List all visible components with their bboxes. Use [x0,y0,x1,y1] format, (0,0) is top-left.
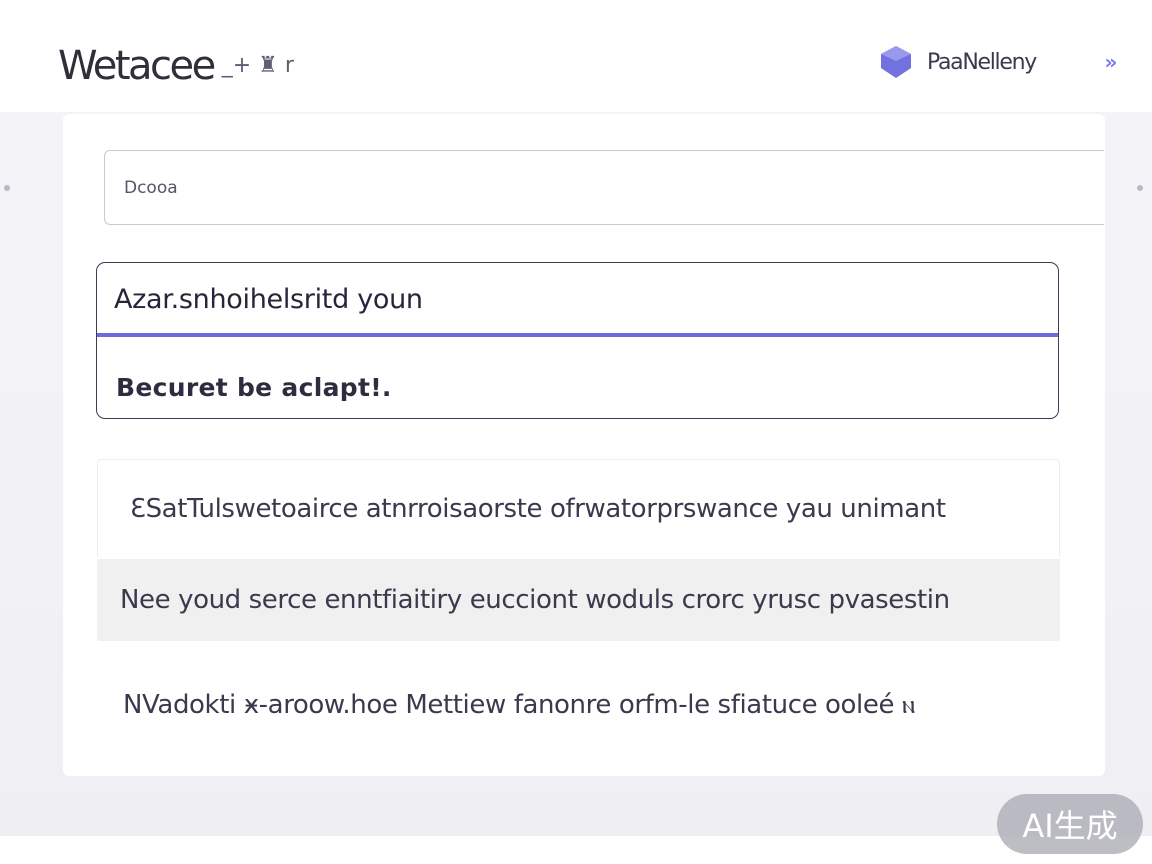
search-input[interactable] [124,177,1024,198]
logo-text: Wetacee [58,43,216,89]
result-item[interactable]: ƐSatTulswetoairce atnrroisaorste ofrwato… [97,459,1060,557]
hexagon-avatar-icon [878,44,914,80]
search-field[interactable] [104,150,1104,225]
answer-text: Becuret be aclapt!. [116,373,392,402]
app-header: Wetacee _+ ♜ r PaaNelleny » [0,0,1152,112]
user-menu[interactable]: PaaNelleny [878,42,1037,82]
result-item[interactable]: NVadokti ӿ-aroow.hoe Mettiew fanonre orf… [97,662,1060,748]
double-chevron-right-icon: » [1104,50,1118,74]
result-text: Nee youd serce enntfiaitiry eucciont wod… [120,585,950,615]
decorative-dot [4,185,10,191]
result-item-selected[interactable]: Nee youd serce enntfiaitiry eucciont wod… [97,559,1060,641]
expand-button[interactable]: » [1097,48,1123,76]
focus-underline [97,333,1058,337]
user-name: PaaNelleny [927,49,1037,75]
logo-mark: _+ ♜ r [221,53,294,78]
decorative-dot [1137,185,1143,191]
result-text: NVadokti ӿ-aroow.hoe Mettiew fanonre orf… [123,689,915,720]
result-text: ƐSatTulswetoairce atnrroisaorste ofrwato… [130,493,946,524]
app-logo[interactable]: Wetacee _+ ♜ r [58,38,294,94]
question-input[interactable] [114,283,1034,315]
question-panel: Becuret be aclapt!. [96,262,1059,419]
ai-generated-badge: AI生成 [997,794,1143,854]
question-field[interactable] [97,263,1058,335]
